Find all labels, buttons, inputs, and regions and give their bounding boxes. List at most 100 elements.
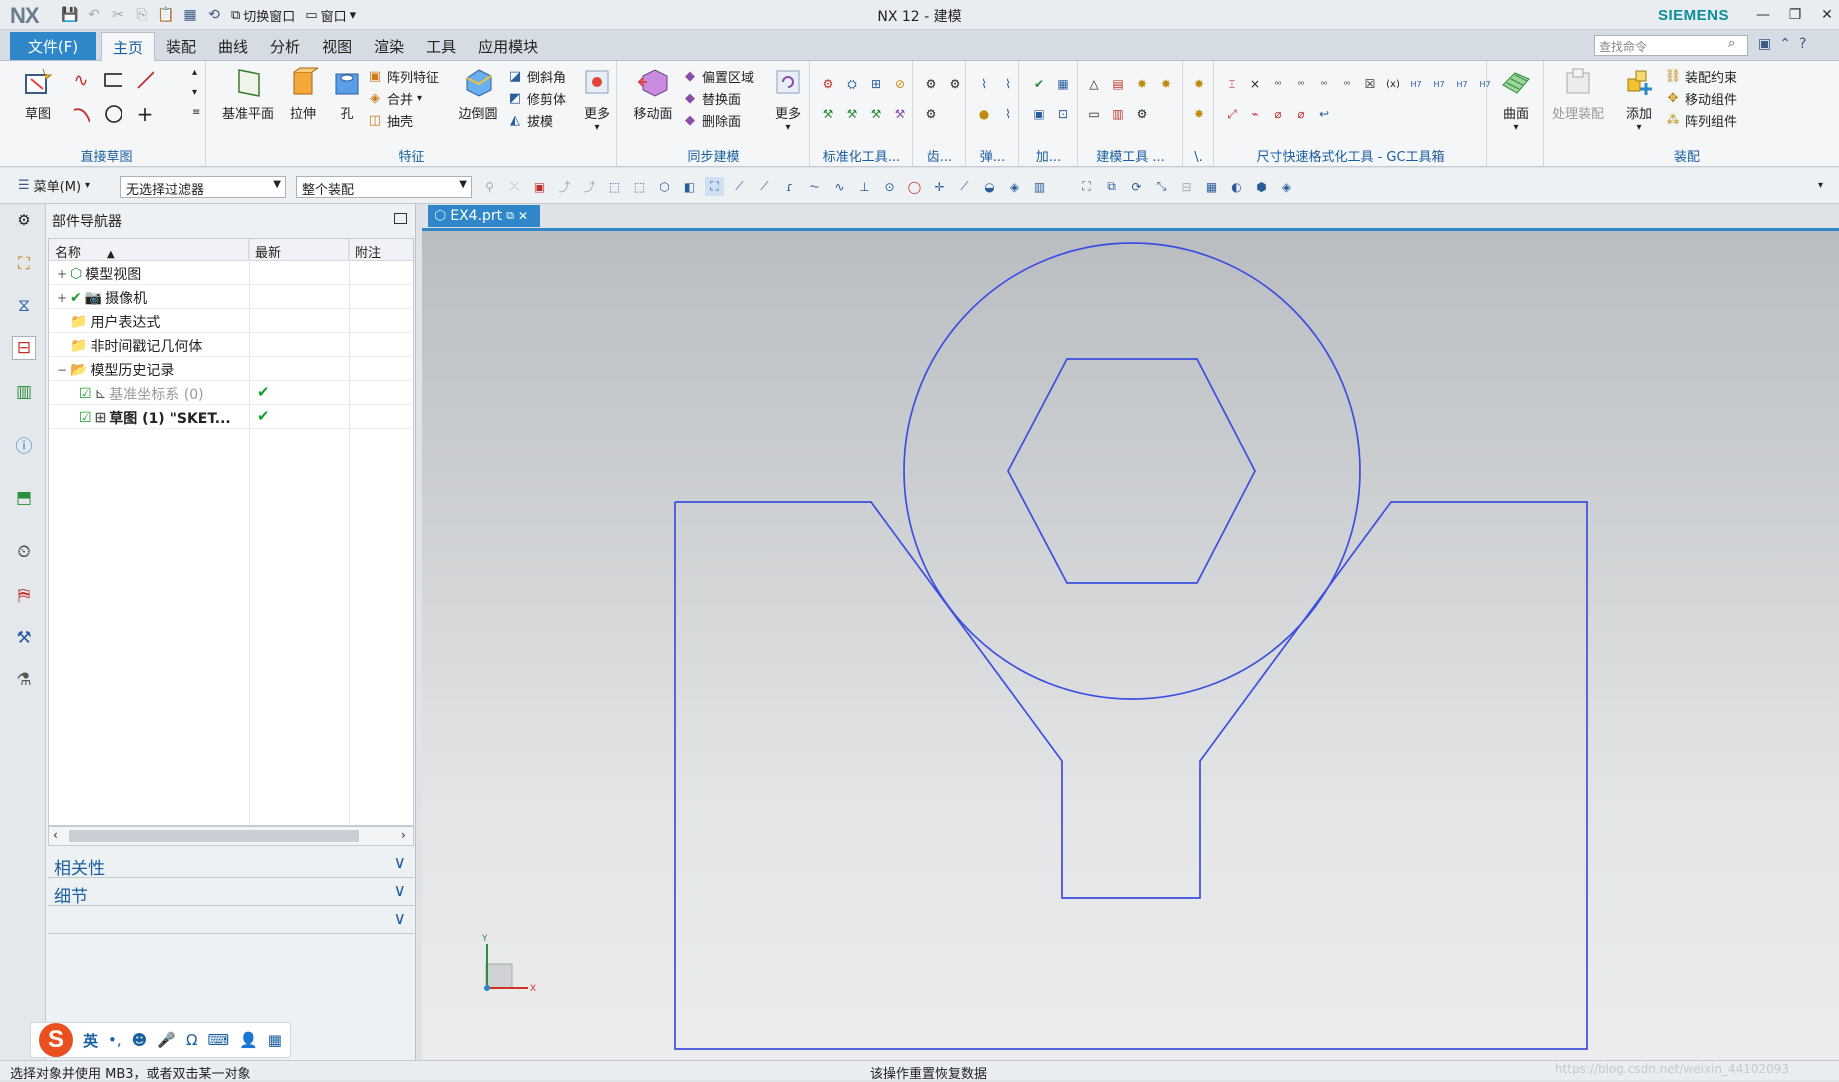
expand-icon[interactable]: + [57,267,67,281]
zoom-icon[interactable]: ⧉ [1102,177,1121,196]
select-all-icon[interactable]: ⤴ [580,177,599,196]
std-tool-4-icon[interactable]: ⊘ [891,75,909,93]
filter-icon[interactable]: ⚲ [480,177,499,196]
machining-3-icon[interactable]: ▣ [1030,105,1048,123]
gc-tool-1-icon[interactable]: ⌶ [1223,75,1241,93]
scrollbar-thumb[interactable] [69,830,359,842]
palette-icon[interactable]: ⛿ [12,584,36,608]
tree-row-datum-csys[interactable]: ☑ ⊾ 基准坐标系 (0) ✔ [49,381,413,405]
snap-quadrant-icon[interactable]: ◯ [905,177,924,196]
modeling-tool-7-icon[interactable]: ⚙ [1133,105,1151,123]
paste-icon[interactable]: 📋 [156,5,176,25]
orient-icon[interactable]: ⊟ [1177,177,1196,196]
constraint-navigator-icon[interactable]: ⧖ [12,294,36,318]
rectangle-icon[interactable] [104,71,122,89]
delete-face-button[interactable]: ◆ 删除面 [682,109,741,131]
cut-icon[interactable]: ✂ [108,5,128,25]
checkbox-icon[interactable]: ☑ [79,386,92,402]
tree-row-cameras[interactable]: + ✔ 📷 摄像机 [49,285,413,309]
gc-tool-16-icon[interactable]: ⌀ [1292,105,1310,123]
gc-tool-7-icon[interactable]: ☒ [1361,75,1379,93]
chamfer-button[interactable]: ◪ 倒斜角 [507,65,566,87]
assembly-constraint-button[interactable]: ⛓ 装配约束 [1665,65,1737,87]
snap-curve-icon[interactable]: ɾ [780,177,799,196]
snap-intersection-icon[interactable]: ⊥ [855,177,874,196]
info-icon[interactable]: ⓘ [12,432,36,457]
snap-center-icon[interactable]: ⊙ [880,177,899,196]
surface-button[interactable]: 曲面 ▾ [1492,65,1540,133]
assembly-navigator-icon[interactable]: ⛶ [12,252,36,276]
search-icon[interactable]: ⌕ [1728,36,1735,51]
snap-bounded-icon[interactable]: ◈ [1005,177,1024,196]
spring-4-icon[interactable]: ⌇ [999,105,1017,123]
group-label-standard-tools[interactable]: 标准化工具... [811,146,912,165]
tab-assembly[interactable]: 装配 [155,32,207,61]
snap-spline-icon[interactable]: ∿ [830,177,849,196]
gallery-up-icon[interactable]: ▴ [192,67,197,78]
add-component-button[interactable]: 添加 ▾ [1615,65,1663,133]
group-label-gear[interactable]: 齿... [914,146,965,165]
roles-icon[interactable]: ⚒ [12,626,36,650]
gc-tool-17-icon[interactable]: ↩ [1315,105,1333,123]
shell-button[interactable]: ◫ 抽壳 [367,109,413,131]
panel-dependencies[interactable]: 相关性 ∨ [48,852,414,879]
select-body-icon[interactable]: ⬚ [605,177,624,196]
modeling-tool-2-icon[interactable]: ▤ [1109,75,1127,93]
solid-icon[interactable]: ◧ [680,177,699,196]
tab-applications[interactable]: 应用模块 [467,32,549,61]
window-layout-icon[interactable]: ▣ [1758,36,1771,52]
pattern-component-button[interactable]: ⁂ 阵列组件 [1665,109,1738,131]
std-tool-7-icon[interactable]: ⚒ [867,105,885,123]
arc-icon[interactable] [72,105,90,123]
panel-details[interactable]: 细节 ∨ [48,880,414,907]
close-tab-icon[interactable]: ✕ [518,209,528,223]
modeling-tool-4-icon[interactable]: ✸ [1157,75,1175,93]
command-search-input[interactable]: 查找命令 [1594,35,1748,56]
section-icon[interactable]: ◈ [1277,177,1296,196]
group-label-extra[interactable]: \. [1184,150,1213,165]
gear-2-icon[interactable]: ⚙ [946,75,964,93]
copy-icon[interactable]: ⎘ [132,5,152,25]
fit-view-icon[interactable]: ⛶ [1077,177,1096,196]
repeat-command-icon[interactable]: ⟲ [204,5,224,25]
expand-icon[interactable]: + [57,291,67,305]
snap-point-icon[interactable]: ✛ [930,177,949,196]
save-icon[interactable]: 💾 [60,5,80,25]
edge-blend-button[interactable]: 边倒圆 [451,65,505,122]
trim-body-button[interactable]: ◩ 修剪体 [507,87,566,109]
machining-1-icon[interactable]: ✔ [1030,75,1048,93]
snap-line-icon[interactable]: ⟋ [730,177,749,196]
hole-button[interactable]: 孔 [323,65,371,122]
scroll-right-icon[interactable]: › [401,828,406,842]
document-tab[interactable]: ⬡ EX4.prt ⧉ ✕ [428,205,540,227]
tree-row-user-expressions[interactable]: 📁 用户表达式 [49,309,413,333]
snap-grid-icon[interactable]: ▥ [1030,177,1049,196]
microphone-icon[interactable]: 🎤 [157,1031,176,1049]
gc-tool-11-icon[interactable]: H7 [1453,75,1471,93]
triangle-icon[interactable]: △ [1085,75,1103,93]
view-layout-icon[interactable]: ▦ [1202,177,1221,196]
keyboard-icon[interactable]: ⌨ [207,1031,229,1049]
select-icon[interactable]: ⤴ [555,177,574,196]
extra-1-icon[interactable]: ✸ [1190,75,1208,93]
group-label-spring[interactable]: 弹... [967,146,1018,165]
pattern-feature-button[interactable]: ▣ 阵列特征 [367,65,439,87]
std-tool-1-icon[interactable]: ⚙ [819,75,837,93]
snap-endpoint-icon[interactable]: ⛶ [705,177,724,196]
toolbox-icon[interactable]: ▦ [268,1031,282,1049]
machining-2-icon[interactable]: ▦ [1054,75,1072,93]
group-label-modeling-tools[interactable]: 建模工具 ... [1079,146,1182,165]
sogou-logo-icon[interactable]: S [39,1023,73,1057]
graphics-window[interactable]: Y X [422,228,1839,1060]
line-icon[interactable] [136,71,154,89]
window-menu[interactable]: ▭ 窗口 ▾ [302,6,359,25]
scroll-left-icon[interactable]: ‹ [53,828,58,842]
feature-more-button[interactable]: 更多 ▾ [577,65,617,133]
tab-curve[interactable]: 曲线 [207,32,259,61]
gear-1-icon[interactable]: ⚙ [922,75,940,93]
tab-home[interactable]: 主页 [101,32,156,61]
gc-tool-6-icon[interactable]: ⁰⁰ [1338,75,1356,93]
std-tool-5-icon[interactable]: ⚒ [819,105,837,123]
tab-render[interactable]: 渲染 [363,32,415,61]
snap-control-icon[interactable]: ⏦ [805,177,824,196]
